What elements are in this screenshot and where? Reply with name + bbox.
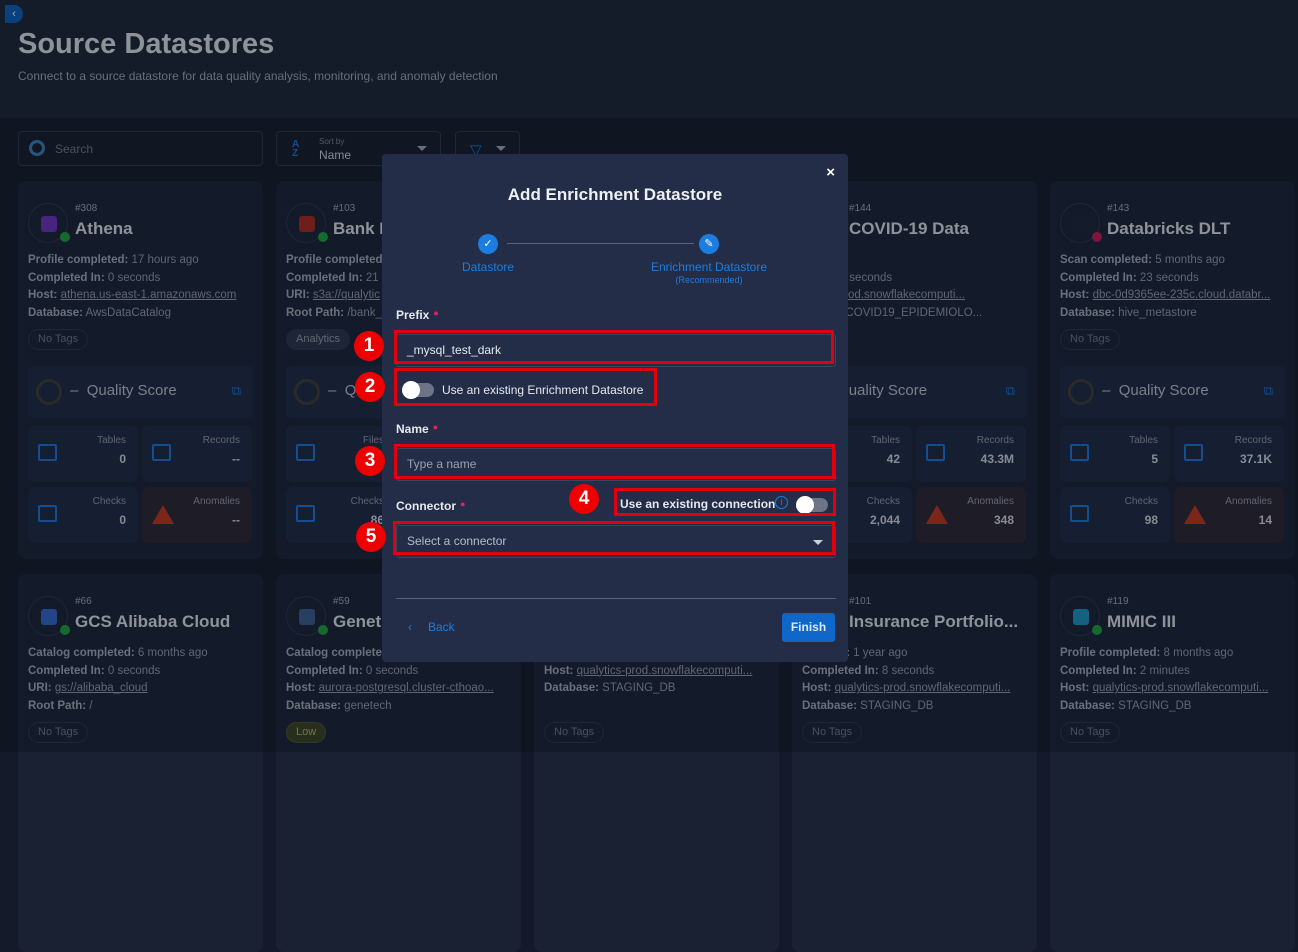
step-datastore[interactable]: Datastore [448,260,528,274]
dialog-title: Add Enrichment Datastore [507,185,723,204]
chevron-left-icon: ‹ [408,620,412,634]
annotation-badge-1: 1 [354,331,384,361]
step-enrichment-datastore[interactable]: Enrichment Datastore [644,260,774,274]
annotation-badge-2: 2 [355,372,385,402]
annotation-box-5 [393,521,835,555]
annotation-badge-3: 3 [355,446,385,476]
divider [396,598,836,599]
back-label: Back [428,620,455,634]
step-edit-pencil-icon: ✎ [699,234,719,254]
stepper-line [507,243,694,244]
annotation-box-4 [614,488,836,516]
name-label: Name ● [396,422,439,436]
back-button[interactable]: ‹ Back [408,620,455,634]
connector-label: Connector ● [396,499,466,513]
close-icon[interactable]: × [826,164,835,181]
prefix-label: Prefix ● [396,308,439,322]
annotation-badge-4: 4 [569,484,599,514]
finish-button[interactable]: Finish [782,613,835,642]
annotation-box-2 [394,368,657,406]
annotation-box-3 [394,444,835,479]
annotation-badge-5: 5 [356,522,386,552]
step-complete-check-icon: ✓ [478,234,498,254]
step-recommended-note: (Recommended) [675,275,743,285]
add-enrichment-datastore-dialog: × Add Enrichment Datastore ✓ ✎ Datastore… [382,154,848,662]
annotation-box-1 [394,330,834,364]
